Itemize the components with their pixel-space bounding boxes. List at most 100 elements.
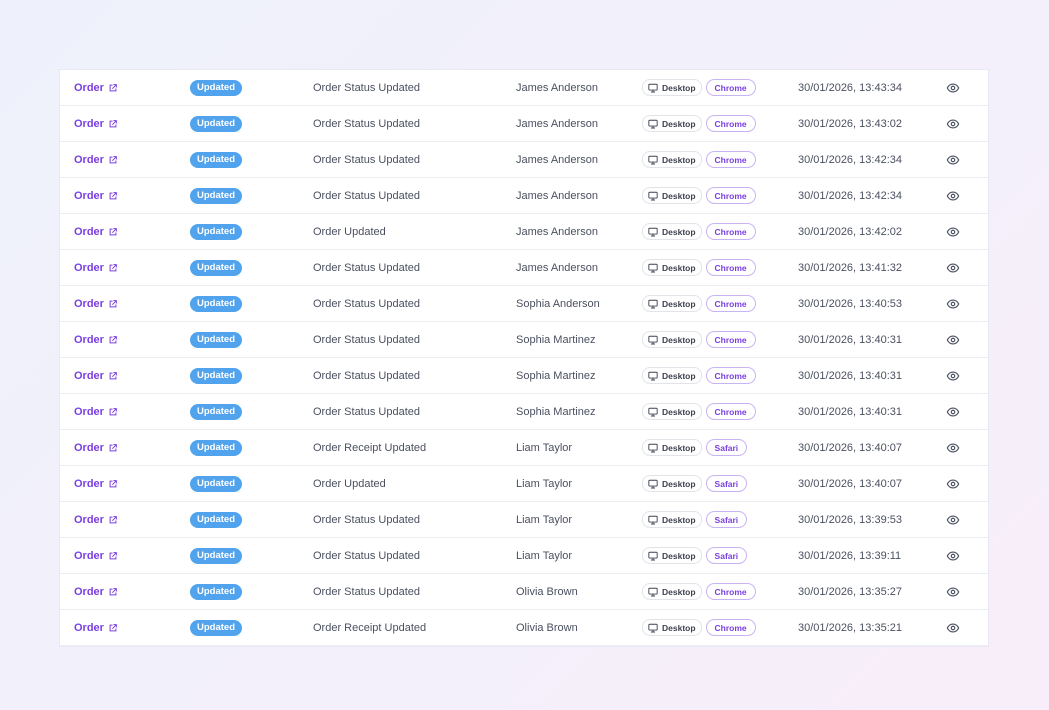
device-cell: Desktop Safari [642,430,748,465]
status-badge: Updated [190,223,242,240]
device-label: Desktop [662,226,696,237]
action-badge-cell: Updated [190,70,242,105]
order-link[interactable]: Order [74,442,118,454]
record-link-cell: Order [74,538,118,573]
device-cell: Desktop Safari [642,466,748,501]
view-details-button[interactable] [944,115,962,133]
user-name: James Anderson [516,153,598,166]
view-details-button[interactable] [944,403,962,421]
view-details-button[interactable] [944,511,962,529]
browser-tag: Chrome [705,223,756,240]
order-link[interactable]: Order [74,622,118,634]
view-details-button[interactable] [944,259,962,277]
view-cell [944,538,962,573]
device-label: Desktop [662,406,696,417]
action-badge-cell: Updated [190,214,242,249]
device-tag: Desktop [642,331,702,348]
external-link-icon [109,155,117,163]
order-link[interactable]: Order [74,586,118,598]
order-link-label: Order [74,261,104,274]
record-link-cell: Order [74,250,118,285]
order-link[interactable]: Order [74,262,118,274]
view-details-button[interactable] [944,547,962,565]
record-link-cell: Order [74,610,118,645]
event-description: Order Updated [313,477,386,490]
external-link-icon [109,191,117,199]
view-cell [944,394,962,429]
view-details-button[interactable] [944,439,962,457]
status-badge: Updated [190,79,242,96]
user-name: James Anderson [516,81,598,94]
view-details-button[interactable] [944,187,962,205]
external-link-icon [109,263,117,271]
order-link[interactable]: Order [74,478,118,490]
action-badge-cell: Updated [190,106,242,141]
event-description: Order Status Updated [313,153,421,166]
view-details-button[interactable] [944,583,962,601]
monitor-icon [648,83,658,92]
event-description: Order Status Updated [313,261,421,274]
browser-tag: Safari [705,439,748,456]
record-link-cell: Order [74,106,118,141]
eye-icon [946,226,960,237]
order-link-label: Order [74,405,104,418]
eye-icon [946,478,960,489]
order-link[interactable]: Order [74,334,118,346]
view-details-button[interactable] [944,619,962,637]
timestamp: 30/01/2026, 13:42:34 [798,153,902,166]
view-details-button[interactable] [944,151,962,169]
view-cell [944,106,962,141]
order-link-label: Order [74,333,104,346]
table-row: Order Updated Order Status Updated Olivi… [60,574,988,610]
order-link[interactable]: Order [74,118,118,130]
view-details-button[interactable] [944,223,962,241]
eye-icon [946,118,960,129]
monitor-icon [648,479,658,488]
record-link-cell: Order [74,502,118,537]
user-name: James Anderson [516,189,598,202]
order-link-label: Order [74,225,104,238]
view-cell [944,286,962,321]
status-badge: Updated [190,439,242,456]
user-name: James Anderson [516,261,598,274]
device-label: Desktop [662,298,696,309]
device-cell: Desktop Chrome [642,286,756,321]
order-link[interactable]: Order [74,370,118,382]
eye-icon [946,406,960,417]
user-name: Olivia Brown [516,621,578,634]
device-cell: Desktop Safari [642,502,748,537]
view-details-button[interactable] [944,367,962,385]
monitor-icon [648,119,658,128]
order-link-label: Order [74,189,104,202]
view-details-button[interactable] [944,79,962,97]
order-link[interactable]: Order [74,154,118,166]
device-tag: Desktop [642,259,702,276]
device-label: Desktop [662,118,696,129]
device-cell: Desktop Chrome [642,610,756,645]
status-badge: Updated [190,367,242,384]
device-cell: Desktop Chrome [642,142,756,177]
user-name: Liam Taylor [516,477,573,490]
status-badge: Updated [190,331,242,348]
order-link[interactable]: Order [74,514,118,526]
order-link[interactable]: Order [74,82,118,94]
timestamp: 30/01/2026, 13:40:53 [798,297,902,310]
action-badge-cell: Updated [190,358,242,393]
record-link-cell: Order [74,214,118,249]
order-link[interactable]: Order [74,298,118,310]
view-details-button[interactable] [944,295,962,313]
order-link[interactable]: Order [74,226,118,238]
view-details-button[interactable] [944,331,962,349]
order-link[interactable]: Order [74,406,118,418]
record-link-cell: Order [74,70,118,105]
order-link-label: Order [74,585,104,598]
action-badge-cell: Updated [190,322,242,357]
monitor-icon [648,335,658,344]
view-cell [944,466,962,501]
order-link[interactable]: Order [74,190,118,202]
view-details-button[interactable] [944,475,962,493]
order-link-label: Order [74,513,104,526]
device-label: Desktop [662,154,696,165]
device-tag: Desktop [642,403,702,420]
order-link[interactable]: Order [74,550,118,562]
